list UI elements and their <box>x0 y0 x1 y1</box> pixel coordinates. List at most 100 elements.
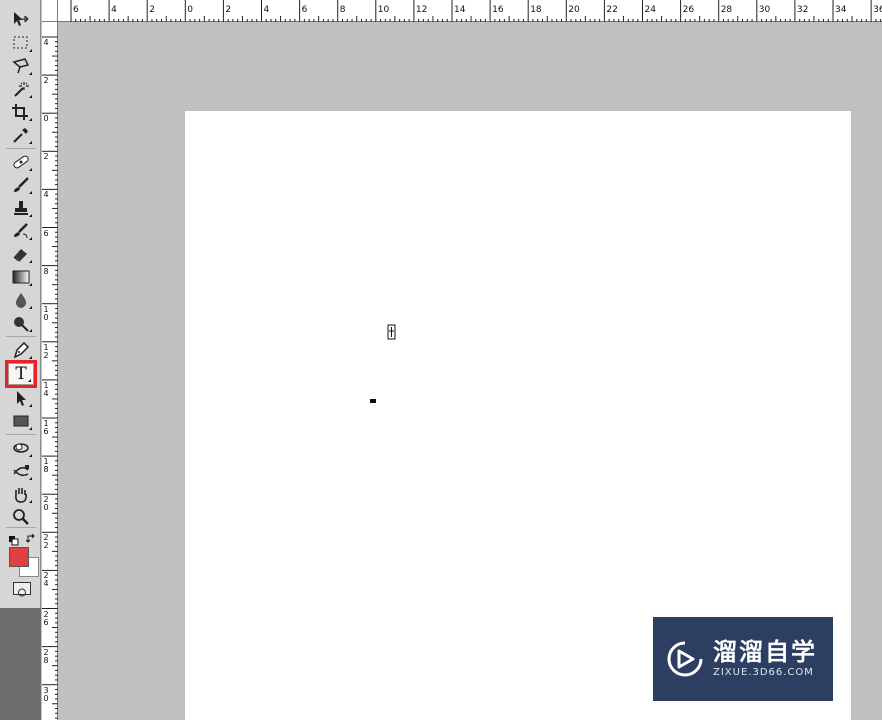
history-brush-icon <box>14 223 28 239</box>
dodge-tool-button[interactable] <box>8 312 34 334</box>
vertical-ruler[interactable]: 4 2 0 2 4 6 8 1 0 1 2 1 4 1 6 1 8 2 0 2 2 2 4 2 6 2 8 3 0 <box>42 22 58 720</box>
horizontal-ruler-label: 14 <box>454 5 466 15</box>
lasso-icon <box>12 58 30 74</box>
brush-tool-button[interactable] <box>8 174 34 196</box>
magnifier-icon <box>13 509 29 525</box>
horizontal-ruler-label: 0 <box>187 5 194 15</box>
3d-rotate-tool-button[interactable] <box>8 437 34 459</box>
vertical-ruler-label: 8 <box>43 266 49 276</box>
vertical-ruler-label: 2 <box>43 152 49 162</box>
vertical-ruler-label: 2 2 <box>43 533 49 551</box>
healing-brush-tool-button[interactable] <box>8 151 34 173</box>
hand-icon <box>15 488 27 503</box>
droplet-icon <box>15 293 27 308</box>
watermark-logo: 溜溜自学 ZIXUE.3D66.COM <box>653 617 833 701</box>
horizontal-ruler-label: 8 <box>339 5 346 15</box>
horizontal-ruler-label: 28 <box>720 5 733 15</box>
history-brush-tool-button[interactable] <box>8 220 34 242</box>
vertical-ruler-label: 4 <box>43 38 49 47</box>
rectangle-tool-button[interactable] <box>8 410 34 432</box>
crop-tool-button[interactable] <box>8 101 34 123</box>
marquee-tool-button[interactable] <box>8 32 34 54</box>
vertical-ruler-label: 3 0 <box>43 685 49 703</box>
horizontal-ruler-label: 30 <box>758 5 771 15</box>
horizontal-ruler-label: 20 <box>568 5 580 15</box>
vertical-ruler-label: 2 <box>43 76 49 86</box>
horizontal-ruler[interactable]: 6 4 2 0 2 4 6 8 10 12 14 16 18 20 22 24 26 28 30 32 34 36 <box>42 0 882 22</box>
horizontal-ruler-label: 24 <box>644 5 656 15</box>
text-insertion-point <box>370 399 376 403</box>
vertical-ruler-label: 2 6 <box>43 609 49 627</box>
type-icon: T <box>15 364 27 384</box>
play-logo-icon <box>667 641 703 677</box>
toolbox-separator <box>6 434 36 435</box>
vertical-ruler-label: 1 2 <box>43 342 49 360</box>
brush-icon <box>14 177 29 192</box>
hand-tool-button[interactable] <box>8 483 34 505</box>
foreground-color-swatch[interactable] <box>9 547 29 567</box>
pen-icon <box>13 341 30 359</box>
move-icon <box>14 12 29 26</box>
stamp-icon <box>14 201 28 215</box>
horizontal-ruler-label: 34 <box>835 5 847 15</box>
eyedropper-icon <box>13 128 28 143</box>
vertical-ruler-label: 2 4 <box>43 571 49 589</box>
horizontal-ruler-label: 36 <box>873 5 882 15</box>
vertical-ruler-label: 1 4 <box>43 380 49 398</box>
clone-stamp-tool-button[interactable] <box>8 197 34 219</box>
vertical-ruler-label: 6 <box>43 228 49 238</box>
dodge-icon <box>14 317 29 332</box>
type-tool-button[interactable]: T <box>5 360 37 388</box>
toolbox-separator <box>6 527 36 528</box>
lasso-tool-button[interactable] <box>8 55 34 77</box>
toolbox-separator <box>6 148 36 149</box>
eraser-icon <box>13 249 27 262</box>
gradient-icon <box>12 270 30 284</box>
horizontal-ruler-label: 2 <box>225 5 232 15</box>
horizontal-ruler-label: 4 <box>263 5 270 15</box>
vertical-ruler-label: 1 6 <box>43 419 49 436</box>
3d-orbit-icon <box>13 465 29 477</box>
horizontal-ruler-label: 4 <box>111 5 117 15</box>
horizontal-ruler-label: 22 <box>606 5 618 15</box>
watermark-url-text: ZIXUE.3D66.COM <box>713 667 814 678</box>
pen-tool-button[interactable] <box>8 339 34 361</box>
horizontal-ruler-label: 6 <box>301 5 308 15</box>
vertical-ruler-label: 1 0 <box>43 304 49 322</box>
horizontal-ruler-label: 12 <box>415 5 428 15</box>
blur-tool-button[interactable] <box>8 289 34 311</box>
horizontal-ruler-label: 2 <box>149 5 155 15</box>
type-cursor-icon <box>386 323 398 345</box>
rectangle-icon <box>13 415 29 427</box>
quick-mask-icon <box>18 588 26 597</box>
ruler-origin[interactable] <box>42 0 58 22</box>
quick-mask-button[interactable] <box>13 582 31 597</box>
move-tool-button[interactable] <box>8 8 34 30</box>
vertical-ruler-label: 1 8 <box>43 457 49 475</box>
toolbox-bottom-panel <box>0 608 41 720</box>
horizontal-ruler-label: 6 <box>73 5 79 15</box>
magic-wand-icon <box>14 82 29 97</box>
arrow-pointer-icon <box>17 391 26 406</box>
3d-rotate-icon <box>13 443 29 453</box>
gradient-tool-button[interactable] <box>8 266 34 288</box>
horizontal-ruler-label: 26 <box>682 5 695 15</box>
horizontal-ruler-label: 18 <box>530 5 542 15</box>
vertical-ruler-label: 2 0 <box>43 495 49 513</box>
zoom-tool-button[interactable] <box>8 506 34 528</box>
bandage-icon <box>13 155 29 169</box>
vertical-ruler-label: 4 <box>43 190 49 200</box>
vertical-ruler-label: 0 <box>43 114 49 124</box>
3d-orbit-tool-button[interactable] <box>8 460 34 482</box>
vertical-ruler-label: 2 8 <box>43 647 49 665</box>
crop-icon <box>12 104 28 120</box>
watermark-chinese-text: 溜溜自学 <box>713 638 817 666</box>
horizontal-ruler-label: 10 <box>377 5 390 15</box>
horizontal-ruler-label: 32 <box>796 5 809 15</box>
path-selection-tool-button[interactable] <box>8 387 34 409</box>
horizontal-ruler-label: 16 <box>492 5 504 15</box>
eraser-tool-button[interactable] <box>8 243 34 265</box>
eyedropper-tool-button[interactable] <box>8 124 34 146</box>
quick-selection-tool-button[interactable] <box>8 78 34 100</box>
toolbox-separator <box>6 336 36 337</box>
